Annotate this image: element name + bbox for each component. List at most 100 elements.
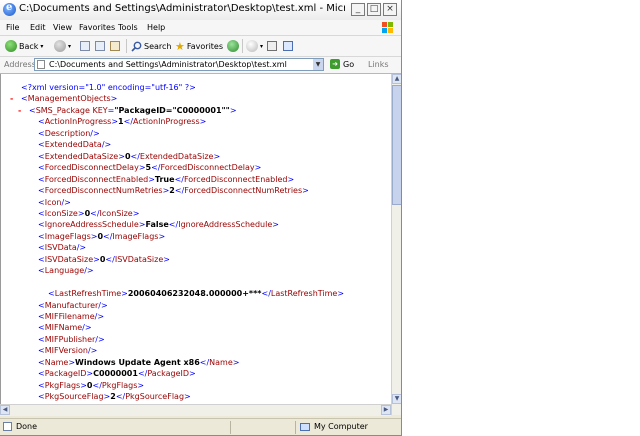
chevron-down-icon: ▾ — [68, 42, 72, 50]
address-input[interactable]: C:\Documents and Settings\Administrator\… — [34, 58, 324, 71]
status-text: Done — [16, 422, 38, 431]
scroll-down-icon[interactable]: ▼ — [392, 394, 401, 404]
menu-help[interactable]: Help — [147, 23, 165, 32]
toolbar-divider — [242, 39, 243, 53]
window-title: C:\Documents and Settings\Administrator\… — [19, 3, 345, 14]
favorites-label: Favorites — [186, 41, 224, 51]
xml-line: <Icon/> — [38, 197, 71, 207]
status-zone: My Computer — [300, 422, 368, 431]
xml-line: <ManagementObjects> — [21, 94, 118, 104]
status-divider — [230, 421, 231, 434]
home-icon — [110, 41, 120, 51]
status-left: Done — [3, 422, 37, 431]
xml-declaration: <?xml version="1.0" encoding="utf-16" ?> — [21, 83, 196, 92]
ie-window: e C:\Documents and Settings\Administrato… — [0, 0, 402, 436]
xml-line: <IgnoreAddressSchedule>False</IgnoreAddr… — [38, 220, 279, 230]
chevron-down-icon: ▾ — [40, 42, 44, 50]
links-button[interactable]: Links — [368, 60, 389, 69]
menu-favorites[interactable]: Favorites — [79, 23, 115, 32]
back-label: Back — [19, 41, 39, 51]
scroll-thumb[interactable] — [392, 85, 401, 205]
horizontal-scrollbar[interactable]: ◀ ▶ — [0, 404, 391, 416]
xml-line: <PkgFlags>0</PkgFlags> — [38, 380, 145, 390]
mail-button[interactable]: ▾ — [246, 39, 263, 53]
xml-line: <ForcedDisconnectEnabled>True</ForcedDis… — [38, 174, 295, 184]
xml-line: <LastRefreshTime>20060406232048.000000+*… — [48, 289, 345, 299]
address-dropdown-icon[interactable]: ▼ — [313, 59, 323, 70]
star-icon: ★ — [175, 39, 185, 53]
go-button[interactable]: Go — [343, 60, 354, 69]
menu-edit[interactable]: Edit — [30, 23, 46, 32]
back-arrow-icon — [5, 40, 17, 52]
search-label: Search — [144, 41, 172, 51]
page-done-icon — [3, 422, 12, 431]
menu-file[interactable]: File — [6, 23, 19, 32]
collapse-toggle[interactable]: - — [10, 94, 13, 103]
address-bar: Address C:\Documents and Settings\Admini… — [0, 57, 401, 74]
maximize-button[interactable]: □ — [367, 3, 381, 16]
close-button[interactable]: × — [383, 3, 397, 16]
toolbar-divider — [126, 39, 127, 53]
menu-tools[interactable]: Tools — [118, 23, 138, 32]
print-icon — [267, 41, 277, 51]
xml-line: <Language/> — [38, 266, 94, 276]
messenger-icon — [283, 41, 293, 51]
media-button[interactable] — [227, 39, 239, 53]
xml-line: <ISVDataSize>0</ISVDataSize> — [38, 254, 170, 264]
search-icon — [131, 41, 142, 52]
xml-document-view[interactable]: <?xml version="1.0" encoding="utf-16" ?>… — [0, 74, 391, 404]
collapse-toggle[interactable]: - — [18, 106, 21, 115]
stop-icon — [80, 41, 90, 51]
xml-line: <SMS_Package KEY="PackageID="C0000001""> — [29, 105, 237, 115]
xml-line: <ExtendedData/> — [38, 140, 112, 150]
back-button[interactable]: Back ▾ — [5, 39, 43, 53]
xml-line: <Name>Windows Update Agent x86</Name> — [38, 357, 240, 367]
xml-line: <MIFPublisher/> — [38, 334, 105, 344]
xml-line: <Description/> — [38, 128, 100, 138]
scroll-up-icon[interactable]: ▲ — [392, 74, 401, 84]
favorites-button[interactable]: ★ Favorites — [175, 39, 223, 53]
xml-line: <ForcedDisconnectDelay>5</ForcedDisconne… — [38, 163, 262, 173]
xml-line: <ActionInProgress>1</ActionInProgress> — [38, 117, 207, 127]
search-button[interactable]: Search — [131, 39, 171, 53]
menu-bar: File Edit View Favorites Tools Help — [0, 20, 401, 36]
scroll-right-icon[interactable]: ▶ — [381, 405, 391, 415]
title-bar[interactable]: e C:\Documents and Settings\Administrato… — [0, 0, 401, 21]
forward-arrow-icon — [54, 40, 66, 52]
status-bar: Done My Computer — [0, 418, 401, 435]
xml-line: <Manufacturer/> — [38, 300, 108, 310]
xml-line: <ISVData/> — [38, 243, 87, 253]
xml-line: <PackageID>C0000001</PackageID> — [38, 369, 196, 379]
my-computer-icon — [300, 422, 310, 431]
stop-button[interactable] — [80, 39, 90, 53]
refresh-button[interactable] — [95, 39, 105, 53]
xml-line: <IconSize>0</IconSize> — [38, 208, 140, 218]
minimize-button[interactable]: _ — [351, 3, 365, 16]
menu-view[interactable]: View — [53, 23, 72, 32]
status-divider — [295, 421, 296, 434]
address-label: Address — [4, 60, 36, 69]
vertical-scrollbar[interactable]: ▲ ▼ — [391, 74, 401, 415]
xml-line: <ForcedDisconnectNumRetries>2</ForcedDis… — [38, 186, 309, 196]
refresh-icon — [95, 41, 105, 51]
xml-line: <MIFName/> — [38, 323, 92, 333]
address-value: C:\Documents and Settings\Administrator\… — [49, 60, 287, 69]
go-arrow-icon[interactable]: ➜ — [330, 59, 340, 69]
home-button[interactable] — [110, 39, 120, 53]
xml-line: <MIFFilename/> — [38, 312, 105, 321]
media-icon — [227, 40, 239, 52]
page-icon — [37, 60, 45, 69]
windows-logo-icon — [382, 22, 393, 33]
mail-icon — [246, 40, 258, 52]
xml-line: <PkgSourceFlag>2</PkgSourceFlag> — [38, 392, 191, 402]
messenger-button[interactable] — [283, 39, 293, 53]
chevron-down-icon: ▾ — [260, 42, 264, 50]
print-button[interactable] — [267, 39, 277, 53]
ie-logo-icon: e — [3, 2, 16, 16]
zone-text: My Computer — [314, 422, 368, 431]
scroll-left-icon[interactable]: ◀ — [0, 405, 10, 415]
forward-button[interactable]: ▾ — [54, 39, 71, 53]
xml-line: <ExtendedDataSize>0</ExtendedDataSize> — [38, 151, 221, 161]
xml-line: <MIFVersion/> — [38, 346, 98, 356]
xml-line: <ImageFlags>0</ImageFlags> — [38, 231, 166, 241]
